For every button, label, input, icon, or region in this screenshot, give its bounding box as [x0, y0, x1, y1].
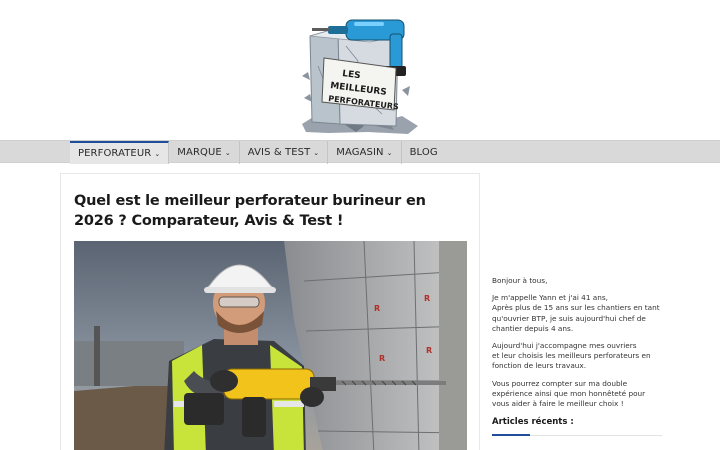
svg-text:R: R — [374, 304, 380, 313]
svg-text:R: R — [424, 294, 430, 303]
nav-label: MARQUE — [177, 147, 222, 158]
site-logo[interactable]: LES MEILLEURS PERFORATEURS — [298, 6, 422, 136]
svg-text:R: R — [379, 354, 385, 363]
nav-label: MAGASIN — [336, 147, 384, 158]
nav-item-avis-test[interactable]: AVIS & TEST ⌄ — [240, 141, 329, 164]
nav-item-perforateur[interactable]: PERFORATEUR ⌄ — [70, 141, 170, 164]
article-hero-image: R R R R — [74, 241, 467, 450]
worker-drilling-image: R R R R — [74, 241, 467, 450]
svg-text:R: R — [426, 346, 432, 355]
nav-item-magasin[interactable]: MAGASIN ⌄ — [328, 141, 402, 164]
chevron-down-icon: ⌄ — [224, 149, 231, 157]
main-nav: PERFORATEUR ⌄ MARQUE ⌄ AVIS & TEST ⌄ MAG… — [0, 140, 720, 164]
sidebar-role: Aujourd'hui j'accompagne mes ouvriers et… — [492, 341, 651, 371]
nav-label: AVIS & TEST — [247, 147, 311, 158]
article-card: Quel est le meilleur perforateur burineu… — [60, 173, 480, 450]
chevron-down-icon: ⌄ — [386, 149, 393, 157]
logo-graphic: LES MEILLEURS PERFORATEURS — [302, 19, 418, 134]
nav-item-marque[interactable]: MARQUE ⌄ — [169, 141, 240, 164]
article-title: Quel est le meilleur perforateur burineu… — [74, 193, 426, 229]
sidebar-greeting: Bonjour à tous, — [492, 276, 548, 285]
sidebar-intro: Je m'appelle Yann et j'ai 41 ans, Après … — [492, 293, 660, 333]
sidebar-about: Bonjour à tous, Je m'appelle Yann et j'a… — [492, 276, 662, 437]
sidebar-promise: Vous pourrez compter sur ma double expér… — [492, 378, 646, 409]
nav-item-blog[interactable]: BLOG — [402, 141, 446, 164]
nav-label: BLOG — [409, 147, 438, 158]
recent-articles-heading: Articles récents : — [492, 417, 662, 437]
nav-label: PERFORATEUR — [78, 148, 152, 159]
chevron-down-icon: ⌄ — [154, 150, 161, 158]
chevron-down-icon: ⌄ — [313, 149, 320, 157]
site-header: LES MEILLEURS PERFORATEURS — [0, 0, 720, 140]
